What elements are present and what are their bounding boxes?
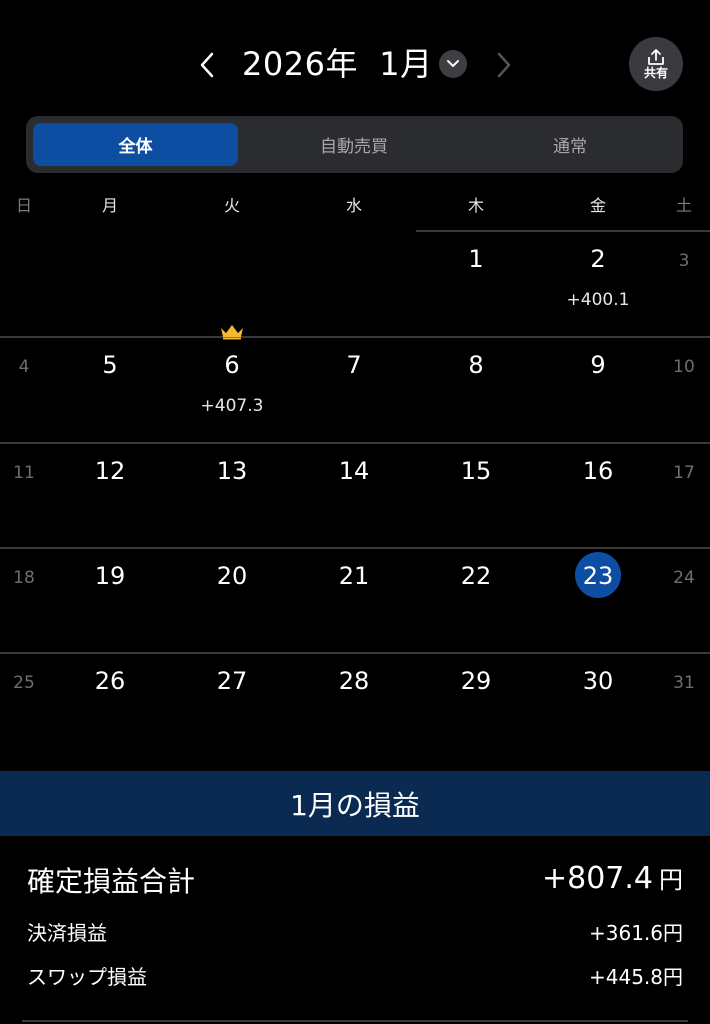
segment-normal[interactable]: 通常 <box>464 123 676 166</box>
day-number: 29 <box>460 667 492 695</box>
day-number: 3 <box>678 251 690 271</box>
weekday-label: 水 <box>345 196 362 215</box>
calendar-day-cell[interactable]: 31 <box>634 652 710 757</box>
calendar-week-row: 25 26 27 28 29 30 31 <box>0 652 710 757</box>
weekday-label: 木 <box>467 196 484 215</box>
settle-pl-label: 決済損益 <box>27 921 107 945</box>
divider <box>22 1020 688 1022</box>
share-label: 共有 <box>643 66 668 80</box>
day-number: 26 <box>94 667 126 695</box>
calendar-day-cell[interactable]: 3 <box>634 230 710 335</box>
calendar-day-cell[interactable]: 5 <box>60 336 160 441</box>
calendar-day-cell[interactable]: 15 <box>426 442 526 547</box>
day-number: 27 <box>216 667 248 695</box>
settle-pl-value: +361.6円 <box>588 921 683 945</box>
calendar-day-cell[interactable]: 21 <box>304 547 404 652</box>
calendar-day-cell[interactable]: 24 <box>634 547 710 652</box>
segment-auto-trade[interactable]: 自動売買 <box>248 123 460 166</box>
calendar-day-cell[interactable]: 8 <box>426 336 526 441</box>
weekday-header: 日月火水木金土 <box>0 192 710 222</box>
calendar-day-cell[interactable]: 28 <box>304 652 404 757</box>
day-number: 28 <box>338 667 370 695</box>
total-pl-unit: 円 <box>659 866 683 894</box>
day-number: 22 <box>460 562 492 590</box>
day-number: 7 <box>346 351 362 379</box>
segment-all[interactable]: 全体 <box>33 123 238 166</box>
swap-pl-label: スワップ損益 <box>27 965 147 989</box>
calendar-day-cell[interactable]: 27 <box>182 652 282 757</box>
day-number: 6 <box>224 351 240 379</box>
total-pl-value: +807.4 円 <box>542 860 683 896</box>
month-title[interactable]: 2026年 1月 <box>242 42 433 86</box>
prev-month-button[interactable] <box>192 46 222 84</box>
calendar-day-cell[interactable]: 9 <box>548 336 648 441</box>
chevron-down-icon <box>447 60 459 67</box>
calendar-week-row: 1 2 +400.1 3 <box>0 230 710 335</box>
calendar-day-cell[interactable]: 12 <box>60 442 160 547</box>
calendar-day-cell[interactable]: 16 <box>548 442 648 547</box>
filter-segmented-control: 全体 自動売買 通常 <box>26 116 683 173</box>
calendar-week-row: 4 5 6 +407.3 7 8 9 10 <box>0 325 710 441</box>
crown-icon <box>221 325 243 340</box>
calendar-day-cell[interactable]: 6 +407.3 <box>182 325 282 441</box>
day-number: 14 <box>338 457 370 485</box>
calendar-day-cell[interactable]: 26 <box>60 652 160 757</box>
calendar-day-cell[interactable]: 10 <box>634 336 710 441</box>
swap-pl-row: スワップ損益 +445.8円 <box>27 961 683 989</box>
chevron-left-icon <box>200 52 214 78</box>
settle-pl-row: 決済損益 +361.6円 <box>27 917 683 945</box>
chevron-right-icon <box>497 52 511 78</box>
day-pl-value: +407.3 <box>200 396 264 416</box>
calendar-day-cell[interactable]: 23 <box>548 547 648 652</box>
day-number: 24 <box>673 568 695 588</box>
month-dropdown-button[interactable] <box>439 50 467 78</box>
total-pl-label: 確定損益合計 <box>27 865 196 898</box>
day-number: 20 <box>216 562 248 590</box>
share-button[interactable]: 共有 <box>629 37 683 91</box>
day-number: 2 <box>590 245 606 273</box>
day-number: 12 <box>94 457 126 485</box>
day-number: 16 <box>582 457 614 485</box>
day-number: 9 <box>590 351 606 379</box>
weekday-label: 土 <box>675 196 692 215</box>
day-number: 10 <box>673 357 695 377</box>
calendar-day-cell[interactable]: 22 <box>426 547 526 652</box>
weekday-label: 月 <box>101 196 118 215</box>
day-number: 19 <box>94 562 126 590</box>
day-number: 5 <box>102 351 118 379</box>
total-pl-amount: +807.4 <box>541 861 653 896</box>
weekday-label: 火 <box>223 196 240 215</box>
day-number: 21 <box>338 562 370 590</box>
calendar-day-cell[interactable]: 2 +400.1 <box>548 230 648 335</box>
calendar-day-cell[interactable]: 20 <box>182 547 282 652</box>
swap-pl-value: +445.8円 <box>588 965 683 989</box>
calendar-week-row: 18 19 20 21 22 23 24 <box>0 547 710 652</box>
calendar-day-cell[interactable]: 17 <box>634 442 710 547</box>
day-number: 17 <box>673 463 695 483</box>
summary-title: 1月の損益 <box>0 771 710 836</box>
calendar-week-row: 11 12 13 14 15 16 17 <box>0 442 710 547</box>
weekday-label: 金 <box>589 196 606 215</box>
day-number: 30 <box>582 667 614 695</box>
calendar-day-cell[interactable]: 1 <box>426 230 526 335</box>
calendar-day-cell[interactable]: 14 <box>304 442 404 547</box>
calendar-header: 2026年 1月 共有 <box>0 0 710 118</box>
calendar-day-cell[interactable]: 13 <box>182 442 282 547</box>
day-number: 15 <box>460 457 492 485</box>
day-number: 31 <box>673 673 695 693</box>
day-number: 8 <box>468 351 484 379</box>
day-number: 23 <box>582 562 614 590</box>
weekday-label: 日 <box>15 196 32 215</box>
calendar-day-cell[interactable]: 30 <box>548 652 648 757</box>
next-month-button[interactable] <box>489 46 519 84</box>
day-pl-value: +400.1 <box>566 290 630 310</box>
calendar-day-cell[interactable]: 29 <box>426 652 526 757</box>
total-pl-row: 確定損益合計 +807.4 円 <box>27 860 683 900</box>
share-icon <box>648 49 664 65</box>
calendar-day-cell[interactable]: 19 <box>60 547 160 652</box>
day-number: 13 <box>216 457 248 485</box>
calendar-day-cell[interactable]: 7 <box>304 336 404 441</box>
day-number: 1 <box>468 245 484 273</box>
